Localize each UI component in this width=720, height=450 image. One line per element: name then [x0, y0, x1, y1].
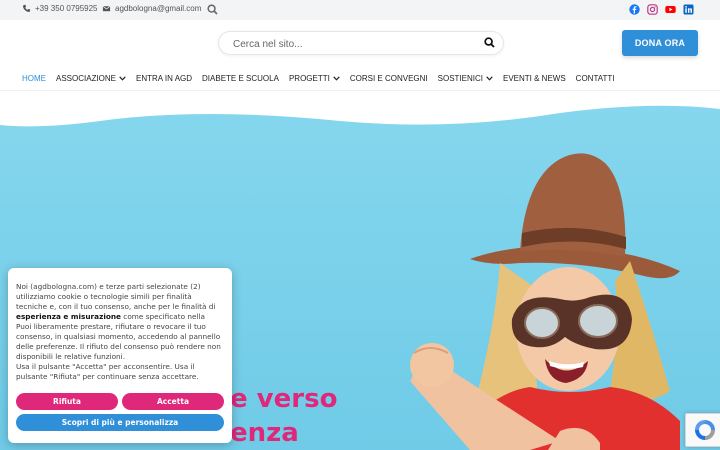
- headline-line-2: enza: [230, 418, 299, 448]
- donate-button[interactable]: DONA ORA: [622, 30, 698, 56]
- nav-label: DIABETE E SCUOLA: [202, 73, 279, 83]
- reject-button[interactable]: Rifiuta: [16, 393, 118, 410]
- nav-item-entra-in-agd[interactable]: ENTRA IN AGD: [136, 72, 192, 84]
- search-icon[interactable]: [207, 4, 218, 15]
- nav-label: CORSI E CONVEGNI: [349, 73, 428, 83]
- nav-item-sostienici[interactable]: SOSTIENICI: [438, 72, 493, 84]
- nav-label: SOSTIENICI: [437, 73, 483, 83]
- chevron-down-icon: [486, 75, 493, 81]
- nav-label: ASSOCIAZIONE: [56, 73, 117, 83]
- facebook-icon[interactable]: [629, 4, 640, 15]
- nav-item-home[interactable]: HOME: [22, 72, 46, 84]
- site-search: [218, 31, 504, 55]
- nav-label: PROGETTI: [288, 73, 330, 83]
- instagram-icon[interactable]: [647, 4, 658, 15]
- nav-item-diabete-e-scuola[interactable]: DIABETE E SCUOLA: [202, 72, 279, 84]
- envelope-icon: [102, 5, 111, 12]
- email-address: agdbologna@gmail.com: [115, 4, 202, 13]
- cookie-text-p3: Usa il pulsante "Accetta" per acconsenti…: [16, 362, 199, 381]
- cookie-text-p1a: Noi (agdbologna.com) e terze parti selez…: [16, 282, 216, 311]
- nav-item-associazione[interactable]: ASSOCIAZIONE: [56, 72, 126, 84]
- cookie-text-p2: Puoi liberamente prestare, rifiutare o r…: [16, 322, 221, 361]
- recaptcha-badge[interactable]: [685, 413, 720, 447]
- cookie-text-p1b: come specificato nella: [120, 312, 206, 321]
- phone-number: +39 350 0795925: [35, 4, 98, 13]
- search-submit-icon[interactable]: [484, 37, 495, 48]
- phone-icon: [23, 4, 31, 12]
- cookie-text-p1-bold: esperienza e misurazione: [16, 312, 121, 321]
- email-link[interactable]: agdbologna@gmail.com: [102, 4, 201, 13]
- recaptcha-icon: [695, 420, 715, 440]
- chevron-down-icon: [119, 75, 126, 81]
- top-bar: +39 350 0795925 agdbologna@gmail.com: [0, 0, 720, 20]
- nav-label: ENTRA IN AGD: [136, 73, 193, 83]
- nav-item-progetti[interactable]: PROGETTI: [289, 72, 340, 84]
- accept-button[interactable]: Accetta: [122, 393, 224, 410]
- learn-more-customize-button[interactable]: Scopri di più e personalizza: [16, 414, 224, 431]
- nav-label: HOME: [22, 73, 46, 83]
- cookie-consent-banner: Noi (agdbologna.com) e terze parti selez…: [8, 268, 232, 443]
- cookie-text: Noi (agdbologna.com) e terze parti selez…: [16, 282, 224, 382]
- nav-item-corsi-e-convegni[interactable]: CORSI E CONVEGNI: [350, 72, 428, 84]
- headline-line-1: e verso: [230, 384, 338, 414]
- linkedin-icon[interactable]: [683, 4, 694, 15]
- phone-link[interactable]: +39 350 0795925: [22, 4, 98, 13]
- search-input[interactable]: [231, 35, 475, 53]
- nav-item-eventi-news[interactable]: EVENTI & NEWS: [503, 72, 566, 84]
- main-nav: HOME ASSOCIAZIONE ENTRA IN AGD DIABETE E…: [22, 72, 624, 84]
- nav-label: EVENTI & NEWS: [502, 73, 566, 83]
- chevron-down-icon: [333, 75, 340, 81]
- nav-item-contatti[interactable]: CONTATTI: [576, 72, 615, 84]
- hero-headline: e verso enza: [230, 382, 337, 450]
- nav-label: CONTATTI: [575, 73, 615, 83]
- youtube-icon[interactable]: [665, 4, 676, 15]
